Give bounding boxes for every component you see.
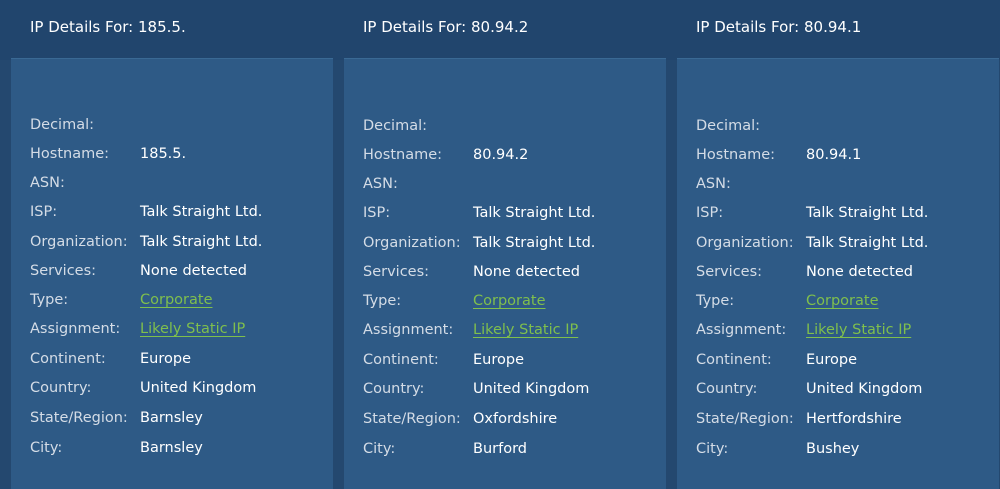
field-value: Talk Straight Ltd. bbox=[140, 234, 263, 250]
field-label: State/Region: bbox=[696, 411, 794, 427]
field-label: Decimal: bbox=[30, 117, 95, 133]
field-value: Talk Straight Ltd. bbox=[806, 235, 929, 251]
field-label: ISP: bbox=[363, 205, 391, 221]
field-label: Hostname: bbox=[696, 147, 776, 163]
panel-title: IP Details For: 80.94.1 bbox=[696, 18, 862, 36]
field-value: United Kingdom bbox=[140, 380, 257, 396]
ip-details-panel-1: IP Details For: 185.5. Decimal: Hostname… bbox=[11, 0, 333, 489]
field-label: Organization: bbox=[363, 235, 461, 251]
ip-details-panel-2: IP Details For: 80.94.2 Decimal: Hostnam… bbox=[344, 0, 666, 489]
field-label: Continent: bbox=[30, 351, 106, 367]
field-value: None detected bbox=[140, 263, 247, 279]
field-label: ASN: bbox=[696, 176, 731, 192]
ip-details-card: Decimal: Hostname: 80.94.2 ASN: ISP: Talk … bbox=[344, 58, 666, 489]
field-value: Oxfordshire bbox=[473, 411, 558, 427]
field-label: Assignment: bbox=[363, 322, 454, 338]
field-label: ISP: bbox=[696, 205, 724, 221]
field-label: Services: bbox=[363, 264, 430, 280]
field-label: Organization: bbox=[30, 234, 128, 250]
field-label: ASN: bbox=[363, 176, 398, 192]
field-label: Hostname: bbox=[30, 146, 110, 162]
field-label: Country: bbox=[30, 380, 92, 396]
field-value: Barnsley bbox=[140, 440, 203, 456]
field-value: Hertfordshire bbox=[806, 411, 902, 427]
field-label: City: bbox=[696, 441, 729, 457]
ip-details-panel-3: IP Details For: 80.94.1 Decimal: Hostnam… bbox=[677, 0, 999, 489]
type-link[interactable]: Corporate bbox=[140, 290, 213, 310]
type-link[interactable]: Corporate bbox=[473, 291, 546, 311]
field-value: Bushey bbox=[806, 441, 860, 457]
panel-title: IP Details For: 80.94.2 bbox=[363, 18, 529, 36]
field-label: State/Region: bbox=[363, 411, 461, 427]
field-label: Services: bbox=[30, 263, 97, 279]
field-label: Services: bbox=[696, 264, 763, 280]
field-value: 80.94.1 bbox=[806, 147, 862, 163]
field-label: Type: bbox=[696, 293, 735, 309]
field-label: ASN: bbox=[30, 175, 65, 191]
field-value: None detected bbox=[806, 264, 913, 280]
field-value: Barnsley bbox=[140, 410, 203, 426]
field-label: Decimal: bbox=[363, 118, 428, 134]
field-value: United Kingdom bbox=[806, 381, 923, 397]
field-value: None detected bbox=[473, 264, 580, 280]
field-label: Country: bbox=[696, 381, 758, 397]
field-label: ISP: bbox=[30, 204, 58, 220]
field-label: City: bbox=[30, 440, 63, 456]
field-value: Europe bbox=[473, 352, 524, 368]
field-label: Country: bbox=[363, 381, 425, 397]
field-label: City: bbox=[363, 441, 396, 457]
field-label: Hostname: bbox=[363, 147, 443, 163]
field-label: Organization: bbox=[696, 235, 794, 251]
assignment-link[interactable]: Likely Static IP bbox=[806, 320, 911, 340]
field-value: Talk Straight Ltd. bbox=[473, 235, 596, 251]
field-label: Assignment: bbox=[696, 322, 787, 338]
field-value: Europe bbox=[806, 352, 857, 368]
field-value: United Kingdom bbox=[473, 381, 590, 397]
ip-details-card: Decimal: Hostname: 185.5. ASN: ISP: Talk S… bbox=[11, 58, 333, 489]
field-label: Continent: bbox=[363, 352, 439, 368]
field-value: 80.94.2 bbox=[473, 147, 529, 163]
type-link[interactable]: Corporate bbox=[806, 291, 879, 311]
field-label: State/Region: bbox=[30, 410, 128, 426]
field-label: Decimal: bbox=[696, 118, 761, 134]
field-value: Talk Straight Ltd. bbox=[140, 204, 263, 220]
panel-title: IP Details For: 185.5. bbox=[30, 18, 186, 36]
ip-details-card: Decimal: Hostname: 80.94.1 ASN: ISP: Talk … bbox=[677, 58, 999, 489]
field-value: Burford bbox=[473, 441, 527, 457]
assignment-link[interactable]: Likely Static IP bbox=[473, 320, 578, 340]
field-label: Type: bbox=[30, 292, 69, 308]
field-label: Continent: bbox=[696, 352, 772, 368]
field-value: Talk Straight Ltd. bbox=[806, 205, 929, 221]
assignment-link[interactable]: Likely Static IP bbox=[140, 319, 245, 339]
field-label: Assignment: bbox=[30, 321, 121, 337]
field-value: 185.5. bbox=[140, 146, 187, 162]
field-label: Type: bbox=[363, 293, 402, 309]
field-value: Europe bbox=[140, 351, 191, 367]
field-value: Talk Straight Ltd. bbox=[473, 205, 596, 221]
